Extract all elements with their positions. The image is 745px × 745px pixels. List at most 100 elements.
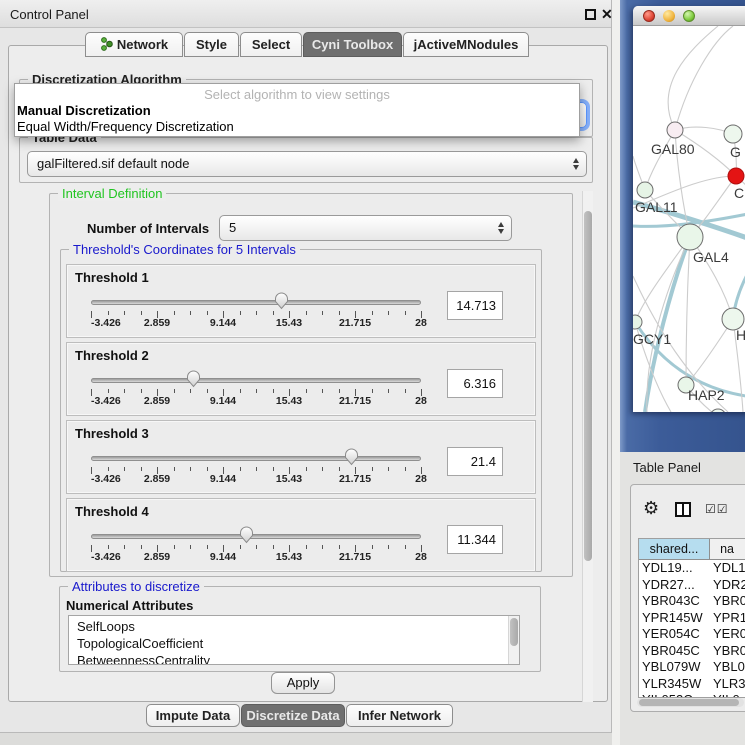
popup-item-equal-width-frequency[interactable]: Equal Width/Frequency Discretization (17, 119, 234, 134)
gcy1-node[interactable] (633, 315, 642, 329)
table-row[interactable]: YDR27... YDR2 (639, 577, 745, 593)
column-header-shared-name[interactable]: shared... (639, 539, 710, 560)
stepper-icon (573, 158, 579, 170)
table-row[interactable]: YDL19...YDL1 (639, 560, 745, 576)
numerical-attributes-list[interactable]: SelfLoopsTopologicalCoefficientBetweenne… (68, 615, 520, 665)
apply-button[interactable]: Apply (271, 672, 335, 694)
tab-infer-network[interactable]: Infer Network (346, 704, 453, 727)
tab-cyni-toolbox[interactable]: Cyni Toolbox (303, 32, 402, 57)
tab-label: Infer Network (358, 708, 441, 723)
slider-thumb[interactable] (239, 525, 254, 549)
slider-tick (256, 311, 257, 315)
table-row[interactable]: YBL079WYBL0 (639, 659, 745, 675)
tab-network[interactable]: Network (85, 32, 183, 57)
slider-tick (372, 311, 373, 315)
table-row[interactable]: YLR345WYLR3 (639, 676, 745, 692)
tab-discretize-data[interactable]: Discretize Data (241, 704, 345, 727)
table-hscrollbar[interactable] (637, 698, 744, 707)
table-data-combobox[interactable]: galFiltered.sif default node (27, 151, 587, 177)
numerical-attributes-label: Numerical Attributes (66, 598, 193, 613)
slider-thumb[interactable] (274, 291, 289, 315)
slider-track[interactable] (91, 456, 421, 461)
threshold-value-field[interactable]: 21.4 (447, 447, 503, 476)
slider-tick (256, 389, 257, 393)
slider-tick (190, 545, 191, 549)
threshold-value-field[interactable]: 11.344 (447, 525, 503, 554)
float-window-icon[interactable] (585, 9, 596, 20)
slider-tick (405, 389, 406, 393)
scrollbar-thumb[interactable] (639, 699, 739, 706)
slider-thumb[interactable] (186, 369, 201, 393)
number-of-intervals-combobox[interactable]: 5 (219, 215, 512, 241)
table-row[interactable]: YPR145WYPR1 (639, 610, 745, 626)
gear-icon[interactable]: ⚙ (643, 499, 659, 517)
slider-track[interactable] (91, 378, 421, 383)
scrollbar-thumb[interactable] (510, 618, 518, 646)
slider-tick-label: 9.144 (210, 473, 236, 485)
slider-tick (372, 545, 373, 549)
slider-tick (124, 389, 125, 393)
panel-scrollbar[interactable] (582, 191, 593, 702)
gal80-node[interactable] (667, 122, 683, 138)
mac-close-button[interactable] (643, 10, 655, 22)
table-cell-name: YBR0 (713, 593, 745, 609)
gal4-node[interactable] (677, 224, 703, 250)
mac-zoom-button[interactable] (683, 10, 695, 22)
red-node[interactable] (728, 168, 744, 184)
combo-value: galFiltered.sif default node (37, 156, 189, 171)
slider-tick-label: 28 (415, 395, 427, 407)
popup-item-manual-discretization[interactable]: Manual Discretization (17, 103, 151, 118)
slider-tick-label: 9.144 (210, 551, 236, 563)
close-icon[interactable]: ✕ (601, 6, 613, 22)
tab-style[interactable]: Style (184, 32, 239, 57)
table-row[interactable]: YER054CYER0 (639, 626, 745, 642)
slider-thumb[interactable] (344, 447, 359, 471)
tab-impute-data[interactable]: Impute Data (146, 704, 240, 727)
table-cell-name: YDR2 (713, 577, 745, 593)
tab-select[interactable]: Select (240, 32, 302, 57)
table-panel-box: ⚙ ☑☑ shared... na YDL19...YDL1YDR27...YD… (630, 484, 745, 712)
tab-label: Impute Data (156, 708, 230, 723)
slider-tick-label: 15.43 (276, 317, 302, 329)
slider-track[interactable] (91, 534, 421, 539)
mac-minimize-button[interactable] (663, 10, 675, 22)
table-cell-shared-name: YDR27... (642, 577, 695, 593)
gal11-node[interactable] (637, 182, 653, 198)
slider-tick (174, 545, 175, 549)
threshold-value-field[interactable]: 6.316 (447, 369, 503, 398)
algorithm-popup: Select algorithm to view settings Manual… (14, 83, 580, 137)
table-cell-shared-name: YDL19... (642, 560, 693, 576)
slider-tick (207, 389, 208, 393)
attribute-list-item[interactable]: SelfLoops (69, 618, 519, 635)
slider-tick (372, 389, 373, 393)
attributes-scrollbar[interactable] (508, 616, 519, 664)
slider-tick (372, 467, 373, 471)
tab-label: Select (252, 37, 290, 52)
top-right-node[interactable] (724, 125, 742, 143)
network-canvas[interactable]: GAL80GCGAL11GAL4HGCY1HAP2 (633, 26, 745, 412)
scrollbar-thumb[interactable] (584, 211, 592, 561)
node-table[interactable]: shared... na YDL19...YDL1YDR27...YDR2YBR… (638, 538, 745, 698)
slider-tick (141, 467, 142, 471)
slider-track[interactable] (91, 300, 421, 305)
table-cell-shared-name: YPR145W (642, 610, 703, 626)
slider-tick (141, 311, 142, 315)
slider-tick-label: 2.859 (144, 317, 170, 329)
table-row[interactable]: YBR043CYBR0 (639, 593, 745, 609)
column-header-name[interactable]: na (710, 539, 745, 560)
slider-tick (124, 545, 125, 549)
select-columns-icon[interactable]: ☑☑ (705, 502, 729, 516)
threshold-label: Threshold 1 (75, 270, 149, 285)
slider-tick (322, 467, 323, 471)
bottom-node[interactable] (710, 409, 726, 412)
number-of-intervals-label: Number of Intervals (87, 221, 209, 236)
slider-tick (108, 545, 109, 549)
threshold-value-field[interactable]: 14.713 (447, 291, 503, 320)
split-columns-icon[interactable] (675, 502, 691, 517)
tab-jactivemnodules[interactable]: jActiveMNodules (403, 32, 529, 57)
combo-value: 5 (229, 220, 236, 235)
node-label-g: G (730, 144, 741, 160)
attribute-list-item[interactable]: TopologicalCoefficient (69, 635, 519, 652)
attribute-list-item[interactable]: BetweennessCentrality (69, 652, 519, 665)
table-row[interactable]: YBR045CYBR0 (639, 643, 745, 659)
